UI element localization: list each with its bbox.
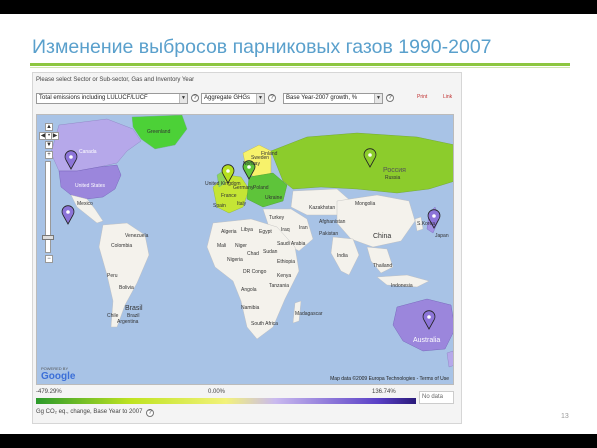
pan-down-icon[interactable]: ▼ bbox=[45, 141, 53, 149]
label-spain: Spain bbox=[213, 203, 226, 209]
print-link[interactable]: Print bbox=[417, 94, 427, 100]
link-link[interactable]: Link bbox=[443, 94, 452, 100]
se-asia-shape bbox=[366, 246, 394, 274]
label-india: India bbox=[337, 253, 348, 259]
label-nigeria: Nigeria bbox=[227, 257, 243, 263]
title-rule bbox=[30, 63, 570, 66]
label-mali: Mali bbox=[217, 243, 227, 249]
label-russia: Россия bbox=[383, 167, 406, 174]
gas-select[interactable]: Aggregate GHGs ▼ bbox=[201, 93, 265, 104]
label-brazil: Brasil bbox=[125, 305, 143, 312]
label-poland: Poland bbox=[253, 185, 269, 191]
google-logo: POWERED BY Google bbox=[41, 366, 75, 382]
label-mexico: Mexico bbox=[77, 201, 93, 207]
year-help-icon[interactable]: ? bbox=[386, 94, 394, 102]
label-angola: Angola bbox=[241, 287, 257, 293]
label-pakistan: Pakistan bbox=[319, 231, 339, 237]
pan-right-icon[interactable]: ▶ bbox=[51, 132, 59, 140]
label-bolivia: Bolivia bbox=[119, 285, 134, 291]
gas-select-value: Aggregate GHGs bbox=[204, 95, 251, 101]
zoom-slider-thumb[interactable] bbox=[42, 235, 54, 240]
new-zealand-shape bbox=[446, 350, 453, 368]
legend-unit: Gg CO₂ eq., change, Base Year to 2007 ? bbox=[36, 408, 155, 417]
label-ukraine: Ukraine bbox=[265, 195, 283, 201]
label-peru: Peru bbox=[107, 273, 118, 279]
year-select-value: Base Year-2007 growth, % bbox=[286, 95, 358, 101]
label-chile: Chile bbox=[107, 313, 119, 319]
zoom-in-icon[interactable]: + bbox=[45, 151, 53, 159]
label-saudi-arabia: Saudi Arabia bbox=[277, 241, 306, 247]
label-madagascar: Madagascar bbox=[295, 311, 323, 317]
legend-max: 136.74% bbox=[372, 389, 396, 395]
sector-help-icon[interactable]: ? bbox=[191, 94, 199, 102]
russia-shape bbox=[270, 132, 453, 194]
label-afghanistan: Afghanistan bbox=[319, 219, 346, 225]
legend-no-data: No data bbox=[419, 391, 454, 404]
legend-scale: -479.29% 0.00% 136.74% No data bbox=[36, 389, 454, 404]
label-chad: Chad bbox=[247, 251, 259, 257]
label-norway: Norway bbox=[243, 161, 260, 167]
label-drc: DR Congo bbox=[243, 269, 267, 275]
label-canada: Canada bbox=[79, 149, 97, 155]
label-france: France bbox=[221, 193, 237, 199]
world-map[interactable]: ▲ ◀ • ▶ ▼ + − Greenland Россия Russia Ka… bbox=[36, 114, 454, 385]
unit-help-icon[interactable]: ? bbox=[146, 409, 155, 417]
label-venezuela: Venezuela bbox=[125, 233, 149, 239]
label-sudan: Sudan bbox=[263, 249, 278, 255]
label-namibia: Namibia bbox=[241, 305, 260, 311]
label-iran: Iran bbox=[299, 225, 308, 231]
logo-text: Google bbox=[41, 371, 76, 382]
label-australia: Australia bbox=[413, 337, 441, 344]
chevron-down-icon: ▼ bbox=[256, 94, 264, 103]
label-greenland: Greenland bbox=[147, 129, 171, 135]
canada-shape bbox=[50, 118, 142, 172]
title-rule-light bbox=[30, 67, 570, 68]
year-select[interactable]: Base Year-2007 growth, % ▼ bbox=[283, 93, 383, 104]
label-tanzania: Tanzania bbox=[269, 283, 290, 289]
label-algeria: Algeria bbox=[221, 229, 237, 235]
label-italy: Italy bbox=[237, 201, 247, 207]
page-number: 13 bbox=[561, 413, 569, 420]
selection-prompt: Please select Sector or Sub-sector, Gas … bbox=[36, 77, 195, 83]
zoom-out-icon[interactable]: − bbox=[45, 255, 53, 263]
legend-mid: 0.00% bbox=[208, 389, 226, 395]
emissions-viewer: Please select Sector or Sub-sector, Gas … bbox=[32, 72, 462, 424]
label-germany: Germany bbox=[233, 185, 254, 191]
label-s-korea: S.Korea bbox=[417, 221, 436, 227]
gas-help-icon[interactable]: ? bbox=[268, 94, 276, 102]
mexico-shape bbox=[70, 194, 104, 224]
map-copyright[interactable]: Map data ©2009 Europa Technologies - Ter… bbox=[330, 376, 449, 382]
label-niger: Niger bbox=[235, 243, 247, 249]
legend-unit-text: Gg CO₂ eq., change, Base Year to 2007 bbox=[36, 409, 143, 415]
slide-title: Изменение выбросов парниковых газов 1990… bbox=[32, 36, 492, 58]
map-pin-usa-icon[interactable] bbox=[61, 205, 75, 225]
chevron-down-icon: ▼ bbox=[179, 94, 187, 103]
label-united-states: United States bbox=[75, 183, 106, 189]
chevron-down-icon: ▼ bbox=[374, 94, 382, 103]
label-japan: Japan bbox=[435, 233, 449, 239]
pan-up-icon[interactable]: ▲ bbox=[45, 123, 53, 131]
label-indonesia: Indonesia bbox=[391, 283, 413, 289]
label-iraq: Iraq bbox=[281, 227, 290, 233]
label-china: China bbox=[373, 233, 392, 240]
label-argentina: Argentina bbox=[117, 319, 139, 325]
slide: Изменение выбросов парниковых газов 1990… bbox=[0, 14, 597, 434]
label-mongolia: Mongolia bbox=[355, 201, 376, 207]
label-egypt: Egypt bbox=[259, 229, 272, 235]
label-kazakhstan: Kazakhstan bbox=[309, 205, 336, 211]
label-turkey: Turkey bbox=[269, 215, 285, 221]
legend-min: -479.29% bbox=[36, 389, 62, 395]
label-kenya: Kenya bbox=[277, 273, 292, 279]
label-libya: Libya bbox=[241, 227, 253, 233]
label-russia-en: Russia bbox=[385, 175, 401, 181]
sector-select[interactable]: Total emissions including LULUCF/LUCF ▼ bbox=[36, 93, 188, 104]
label-ethiopia: Ethiopia bbox=[277, 259, 296, 265]
label-south-africa: South Africa bbox=[251, 321, 278, 327]
legend-gradient bbox=[36, 398, 416, 404]
label-finland: Finland bbox=[261, 151, 278, 157]
sector-select-value: Total emissions including LULUCF/LUCF bbox=[39, 95, 148, 101]
map-canvas bbox=[50, 115, 453, 368]
label-thailand: Thailand bbox=[373, 263, 393, 269]
label-colombia: Colombia bbox=[111, 243, 133, 249]
